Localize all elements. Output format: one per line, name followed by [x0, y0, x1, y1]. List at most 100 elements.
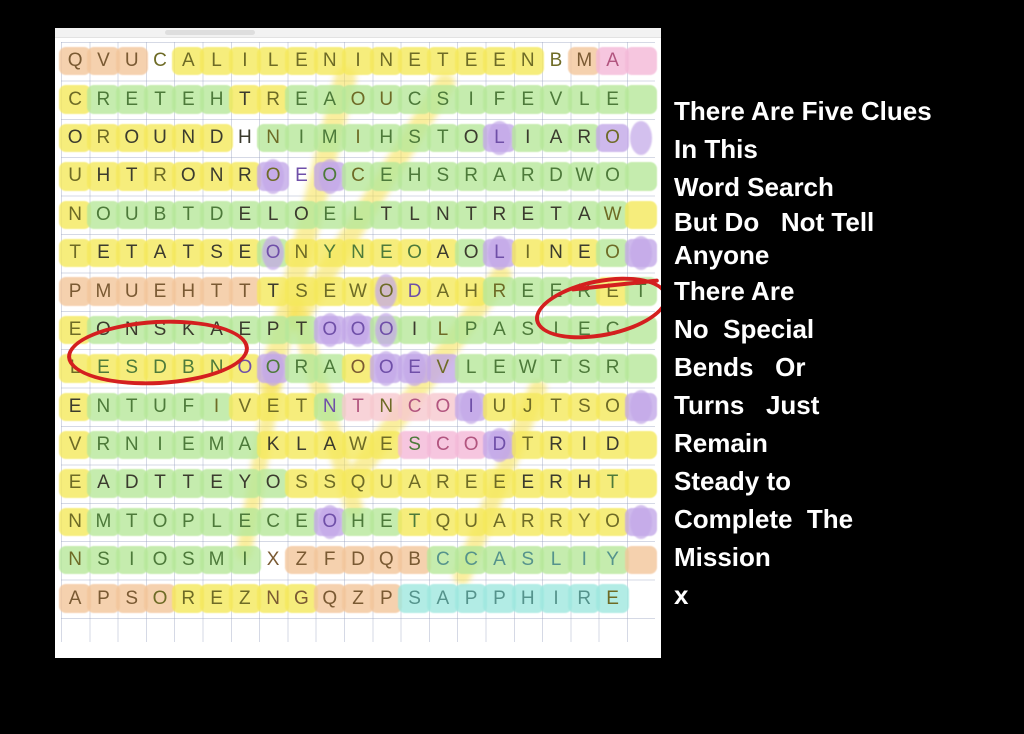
grid-cell[interactable]: P — [455, 579, 488, 617]
grid-cell[interactable]: O — [596, 119, 629, 157]
grid-cell[interactable]: I — [455, 388, 488, 426]
grid-cell[interactable]: E — [87, 349, 120, 387]
grid-cell[interactable]: K — [172, 311, 205, 349]
grid-cell[interactable]: C — [596, 311, 629, 349]
grid-cell[interactable]: O — [313, 311, 346, 349]
grid-cell[interactable]: O — [87, 311, 120, 349]
grid-cell[interactable]: Z — [341, 579, 375, 617]
grid-cell[interactable]: U — [115, 42, 148, 80]
grid-cell[interactable]: H — [568, 464, 601, 502]
grid-cell[interactable]: H — [398, 157, 431, 195]
grid-cell[interactable]: Q — [59, 42, 92, 80]
grid-cell[interactable]: E — [483, 464, 516, 502]
grid-cell[interactable]: C — [59, 80, 92, 118]
grid-cell[interactable] — [624, 464, 657, 502]
grid-cell[interactable]: E — [511, 272, 544, 310]
grid-cell[interactable]: T — [172, 196, 205, 234]
grid-cell[interactable]: O — [143, 541, 177, 579]
grid-cell[interactable]: R — [172, 579, 205, 617]
grid-cell[interactable]: O — [455, 119, 488, 157]
grid-cell[interactable]: R — [568, 272, 601, 310]
grid-cell[interactable]: S — [426, 80, 459, 118]
grid-cell[interactable]: E — [483, 42, 516, 80]
grid-cell[interactable]: N — [285, 234, 318, 272]
grid-cell[interactable]: D — [341, 541, 375, 579]
grid-cell[interactable]: H — [87, 157, 120, 195]
grid-cell[interactable]: T — [172, 234, 205, 272]
grid-cell[interactable]: A — [143, 234, 177, 272]
grid-cell[interactable]: P — [370, 579, 403, 617]
grid-cell[interactable]: T — [285, 311, 318, 349]
grid-cell[interactable]: T — [539, 349, 573, 387]
grid-cell[interactable]: P — [455, 311, 488, 349]
grid-cell[interactable]: E — [172, 426, 205, 464]
grid-cell[interactable]: A — [483, 541, 516, 579]
grid-cell[interactable]: E — [172, 80, 205, 118]
grid-cell[interactable]: N — [257, 579, 290, 617]
grid-cell[interactable]: X — [259, 541, 287, 579]
grid-cell[interactable]: S — [200, 234, 233, 272]
grid-cell[interactable]: C — [398, 80, 431, 118]
grid-cell[interactable]: U — [455, 503, 488, 541]
grid-cell[interactable]: E — [511, 80, 544, 118]
grid-cell[interactable]: K — [257, 426, 290, 464]
grid-cell[interactable]: R — [87, 119, 120, 157]
grid-cell[interactable]: C — [426, 426, 459, 464]
grid-cell[interactable]: O — [257, 157, 290, 195]
grid-cell[interactable]: S — [511, 311, 544, 349]
grid-cell[interactable]: S — [115, 579, 148, 617]
grid-cell[interactable]: E — [59, 464, 92, 502]
grid-cell[interactable]: Q — [341, 464, 375, 502]
grid-cell[interactable]: E — [398, 349, 431, 387]
grid-cell[interactable]: U — [143, 388, 177, 426]
grid-cell[interactable]: H — [455, 272, 488, 310]
grid-cell[interactable]: E — [143, 272, 177, 310]
grid-cell[interactable]: Z — [228, 579, 261, 617]
grid-cell[interactable] — [624, 80, 657, 118]
grid-cell[interactable]: I — [539, 311, 573, 349]
grid-cell[interactable]: R — [539, 503, 573, 541]
grid-cell[interactable]: L — [257, 196, 290, 234]
grid-cell[interactable]: F — [483, 80, 516, 118]
grid-cell[interactable]: T — [398, 503, 431, 541]
grid-cell[interactable]: T — [143, 464, 177, 502]
word-search-grid[interactable]: QVUCALILENINETEENBMACRETEHTREAOUCSIFEVLE… — [59, 42, 657, 642]
grid-cell[interactable]: T — [228, 80, 261, 118]
grid-cell[interactable]: O — [370, 311, 403, 349]
grid-cell[interactable]: E — [313, 272, 346, 310]
grid-cell[interactable]: L — [200, 503, 233, 541]
grid-cell[interactable]: H — [200, 80, 233, 118]
grid-cell[interactable]: R — [483, 272, 516, 310]
grid-cell[interactable]: R — [539, 426, 573, 464]
grid-cell[interactable]: O — [370, 272, 403, 310]
grid-cell[interactable] — [624, 196, 657, 234]
grid-cell[interactable]: L — [539, 541, 573, 579]
grid-cell[interactable]: F — [313, 541, 346, 579]
grid-cell[interactable]: O — [341, 311, 375, 349]
grid-cell[interactable]: M — [87, 272, 120, 310]
grid-cell[interactable]: D — [143, 349, 177, 387]
grid-cell[interactable]: U — [370, 464, 403, 502]
grid-cell[interactable]: N — [115, 311, 148, 349]
grid-cell[interactable]: B — [542, 42, 570, 80]
grid-cell[interactable]: C — [146, 42, 174, 80]
grid-cell[interactable]: T — [115, 388, 148, 426]
grid-cell[interactable]: H — [341, 503, 375, 541]
grid-cell[interactable]: C — [398, 388, 431, 426]
grid-cell[interactable]: W — [341, 272, 375, 310]
grid-cell[interactable]: I — [511, 234, 544, 272]
grid-cell[interactable]: O — [257, 464, 290, 502]
grid-cell[interactable]: A — [228, 426, 261, 464]
grid-cell[interactable]: B — [172, 349, 205, 387]
grid-cell[interactable]: E — [285, 503, 318, 541]
grid-cell[interactable]: D — [115, 464, 148, 502]
grid-cell[interactable]: Y — [313, 234, 346, 272]
grid-cell[interactable]: R — [511, 157, 544, 195]
grid-cell[interactable]: F — [172, 388, 205, 426]
grid-cell[interactable]: L — [483, 119, 516, 157]
grid-cell[interactable]: O — [228, 349, 261, 387]
grid-cell[interactable]: I — [285, 119, 318, 157]
grid-cell[interactable]: A — [426, 234, 459, 272]
grid-cell[interactable]: T — [624, 272, 657, 310]
grid-cell[interactable]: N — [370, 388, 403, 426]
